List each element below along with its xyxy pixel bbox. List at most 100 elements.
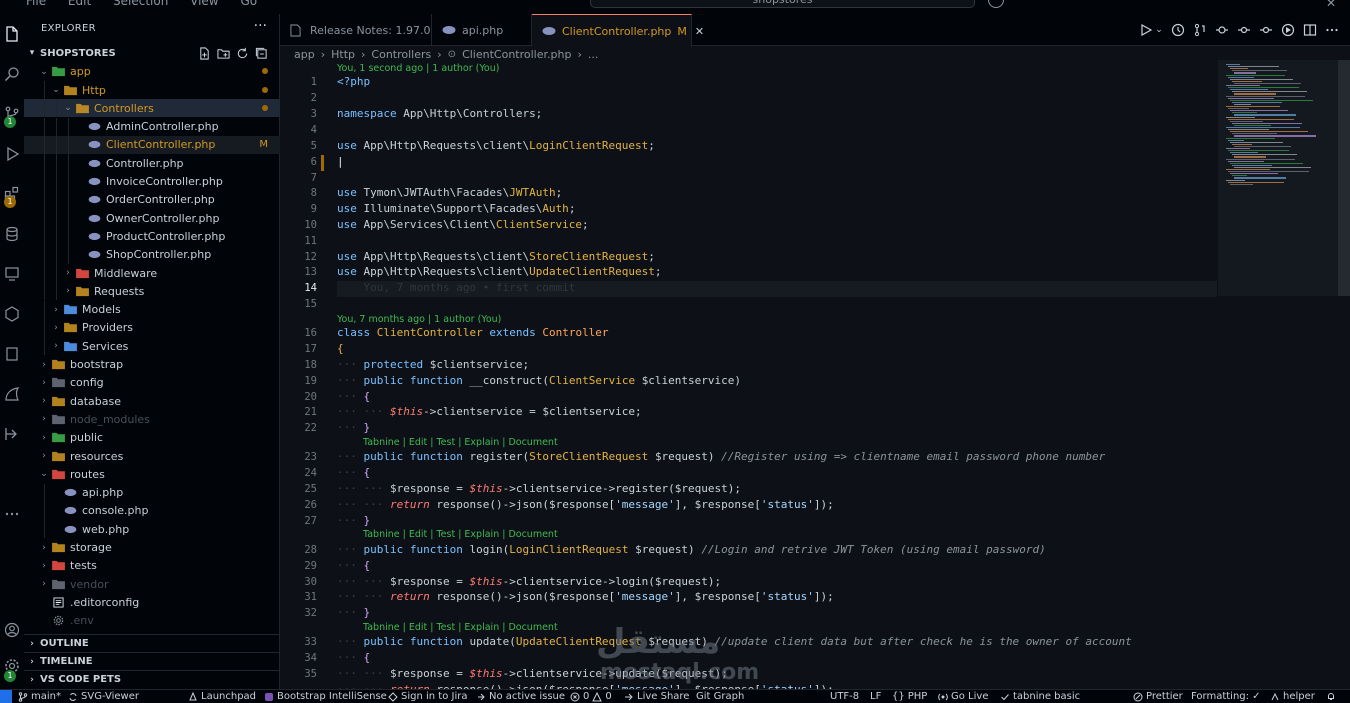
problems-status[interactable]: 0 0 xyxy=(570,691,612,702)
tree-file[interactable]: console.php xyxy=(24,501,280,521)
tree-folder[interactable]: › Middleware xyxy=(24,263,280,283)
search-icon[interactable] xyxy=(0,62,24,86)
scrollbar-thumb[interactable] xyxy=(1338,60,1350,296)
editor-scrollbar[interactable] xyxy=(1338,60,1350,689)
split-editor-icon[interactable] xyxy=(1302,22,1318,38)
tree-folder[interactable]: ⌄ Http xyxy=(24,80,280,100)
breadcrumb-controllers[interactable]: Controllers xyxy=(371,48,431,61)
notifications-bell-icon[interactable] xyxy=(1326,691,1336,701)
tab-client-controller[interactable]: ClientController.php M ✕ xyxy=(532,14,704,47)
breadcrumb-more[interactable]: ... xyxy=(588,48,599,61)
tree-file[interactable]: web.php xyxy=(24,520,280,539)
tree-file[interactable]: ClientController.php M xyxy=(24,135,280,155)
tree-file[interactable]: .editorconfig xyxy=(24,593,280,611)
tree-folder[interactable]: › tests xyxy=(24,557,280,575)
git-graph-status[interactable]: Git Graph xyxy=(696,691,744,702)
tree-folder[interactable]: ⌄ Controllers xyxy=(24,99,280,118)
tree-file[interactable]: .env xyxy=(24,612,280,630)
tree-folder[interactable]: › Services xyxy=(24,337,280,356)
live-share-icon[interactable] xyxy=(0,422,24,446)
formatting-status[interactable]: Formatting: ✓ xyxy=(1191,691,1261,702)
tree-file[interactable]: Controller.php xyxy=(24,154,280,173)
open-changes-icon[interactable] xyxy=(1192,22,1208,38)
blame-codelens[interactable]: You, 1 second ago | 1 author (You) xyxy=(337,63,499,74)
refresh-icon[interactable] xyxy=(236,47,249,60)
copilot-icon[interactable] xyxy=(988,0,1004,8)
code-editor[interactable]: 1 2 3 4 5 6 7 8 9 10 11 12 13 14 15 16 17 18 19 20 21 22 23 24 2… xyxy=(280,60,1218,689)
new-folder-icon[interactable] xyxy=(217,47,230,60)
close-tab-icon[interactable]: ✕ xyxy=(695,25,704,38)
tabnine-codelens[interactable]: Tabnine | Edit | Test | Explain | Docume… xyxy=(363,437,558,448)
language-status[interactable]: {} PHP xyxy=(892,691,927,702)
tree-folder[interactable]: › bootstrap xyxy=(24,355,280,373)
menu-edit[interactable]: Edit xyxy=(68,0,91,8)
helper-status[interactable]: helper xyxy=(1270,691,1315,702)
workspace-header[interactable]: ▾ SHOPSTORES xyxy=(24,44,280,62)
tree-folder[interactable]: › node_modules xyxy=(24,410,280,428)
tab-release-notes[interactable]: Release Notes: 1.97.0 xyxy=(280,14,432,46)
command-center[interactable]: shopstores xyxy=(590,0,975,8)
tree-folder[interactable]: › storage xyxy=(24,538,280,556)
run-dropdown-icon[interactable]: ⌄ xyxy=(1154,22,1164,38)
vscode-pets-section[interactable]: › VS CODE PETS xyxy=(24,670,280,688)
menu-go[interactable]: Go xyxy=(240,0,257,8)
launchpad-status[interactable]: Launchpad xyxy=(188,691,256,702)
remote-indicator-icon[interactable] xyxy=(0,690,12,703)
minimap[interactable] xyxy=(1218,60,1338,689)
tree-folder[interactable]: › resources xyxy=(24,447,280,465)
blame-codelens[interactable]: You, 7 months ago | 1 author (You) xyxy=(337,314,501,325)
collapse-all-icon[interactable] xyxy=(255,47,268,60)
go-live-status[interactable]: Go Live xyxy=(938,691,988,702)
tree-folder[interactable]: › database xyxy=(24,392,280,410)
sync-status[interactable]: SVG-Viewer xyxy=(68,691,139,702)
live-share-status[interactable]: Live Share xyxy=(624,691,689,702)
tree-folder[interactable]: › Models xyxy=(24,300,280,319)
docker-icon[interactable] xyxy=(0,342,24,366)
tree-folder[interactable]: ⌄ app xyxy=(24,63,280,81)
toggle-blame-icon[interactable] xyxy=(1280,22,1296,38)
testing-icon[interactable] xyxy=(0,302,24,326)
explorer-more-icon[interactable]: ··· xyxy=(254,18,267,34)
prettier-status[interactable]: Prettier xyxy=(1133,691,1183,702)
outline-section[interactable]: › OUTLINE xyxy=(24,634,280,652)
tree-folder[interactable]: › vendor xyxy=(24,575,280,593)
encoding-status[interactable]: UTF-8 xyxy=(830,691,859,702)
tree-file[interactable]: OrderController.php xyxy=(24,190,280,209)
timeline-section[interactable]: › TIMELINE xyxy=(24,652,280,670)
more-views-icon[interactable] xyxy=(0,502,24,526)
menu-selection[interactable]: Selection xyxy=(113,0,168,8)
tree-file[interactable]: InvoiceController.php xyxy=(24,172,280,191)
tree-file[interactable]: api.php xyxy=(24,483,280,502)
gitlens-icon[interactable] xyxy=(0,382,24,406)
eol-status[interactable]: LF xyxy=(870,691,881,702)
accounts-icon[interactable] xyxy=(0,618,24,642)
next-change-icon[interactable] xyxy=(1258,22,1274,38)
new-file-icon[interactable] xyxy=(198,46,211,60)
branch-status[interactable]: main* xyxy=(18,691,61,702)
bootstrap-status[interactable]: Bootstrap IntelliSense xyxy=(264,691,387,702)
more-actions-icon[interactable] xyxy=(1324,22,1340,38)
tree-file[interactable]: ProductController.php xyxy=(24,227,280,246)
menu-view[interactable]: View xyxy=(190,0,218,8)
run-debug-icon[interactable] xyxy=(0,142,24,166)
run-file-icon[interactable] xyxy=(1138,22,1154,38)
remote-explorer-icon[interactable] xyxy=(0,262,24,286)
tree-folder[interactable]: › Providers xyxy=(24,318,280,338)
close-window-icon[interactable]: ✕ xyxy=(1326,0,1336,10)
tree-folder[interactable]: › config xyxy=(24,374,280,392)
tabnine-codelens[interactable]: Tabnine | Edit | Test | Explain | Docume… xyxy=(363,622,558,633)
jira-status[interactable]: Sign in to Jira xyxy=(388,691,467,702)
issue-status[interactable]: No active issue xyxy=(476,691,565,702)
explorer-icon[interactable] xyxy=(0,22,24,46)
tree-folder[interactable]: › Requests xyxy=(24,282,280,301)
database-icon[interactable] xyxy=(0,222,24,246)
tree-folder[interactable]: ⌄ routes xyxy=(24,465,280,483)
compare-icon[interactable] xyxy=(1214,22,1230,38)
tab-api-php[interactable]: api.php xyxy=(432,14,532,46)
timeline-history-icon[interactable] xyxy=(1170,22,1186,38)
tree-file[interactable]: ShopController.php xyxy=(24,245,280,264)
prev-change-icon[interactable] xyxy=(1236,22,1252,38)
tree-file[interactable]: AdminController.php xyxy=(24,117,280,136)
breadcrumb-app[interactable]: app xyxy=(294,48,315,61)
breadcrumb-http[interactable]: Http xyxy=(331,48,355,61)
